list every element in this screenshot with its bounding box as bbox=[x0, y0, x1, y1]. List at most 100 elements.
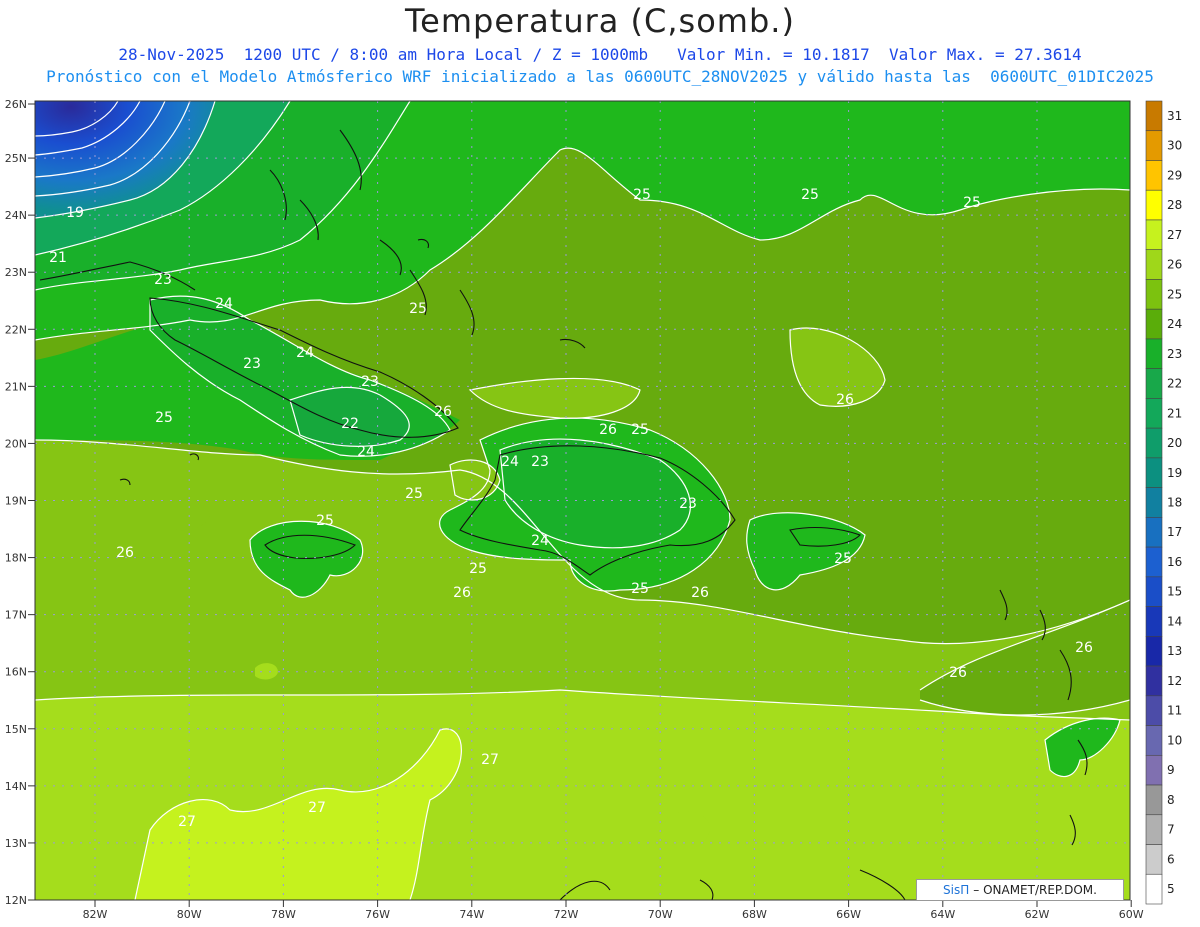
lat-label: 25N bbox=[5, 152, 27, 165]
contour-label: 25 bbox=[963, 195, 981, 211]
contour-label: 23 bbox=[243, 356, 261, 372]
legend-label: 18 bbox=[1167, 496, 1182, 510]
contour-label: 25 bbox=[469, 561, 487, 577]
legend-swatch bbox=[1145, 784, 1163, 816]
legend-swatch bbox=[1145, 398, 1163, 429]
legend-swatch bbox=[1145, 279, 1163, 310]
legend-swatch bbox=[1145, 873, 1163, 905]
legend-swatch bbox=[1145, 844, 1163, 875]
lat-label: 24N bbox=[5, 209, 27, 222]
legend-label: 8 bbox=[1167, 793, 1175, 807]
legend-swatch bbox=[1145, 814, 1163, 845]
legend-label: 9 bbox=[1167, 763, 1175, 777]
legend-label: 30 bbox=[1167, 139, 1182, 153]
contour-label: 24 bbox=[215, 296, 233, 312]
lat-label: 22N bbox=[5, 323, 27, 336]
lon-label: 82W bbox=[83, 908, 108, 921]
legend-swatch bbox=[1145, 665, 1163, 697]
legend-label: 14 bbox=[1167, 614, 1182, 628]
contour-label: 24 bbox=[531, 533, 549, 549]
lat-label: 21N bbox=[5, 380, 27, 393]
contour-label: 25 bbox=[631, 422, 649, 438]
sispi-logo: SisΠ bbox=[943, 883, 970, 897]
legend-swatch bbox=[1145, 695, 1163, 726]
legend-label: 26 bbox=[1167, 258, 1182, 272]
lat-label: 15N bbox=[5, 723, 27, 736]
legend-label: 21 bbox=[1167, 406, 1182, 420]
credit-box: SisΠ – ONAMET/REP.DOM. bbox=[916, 879, 1124, 901]
legend-swatch bbox=[1145, 576, 1163, 607]
contour-label: 25 bbox=[801, 187, 819, 203]
lat-label: 16N bbox=[5, 666, 27, 679]
contour-label: 27 bbox=[178, 814, 196, 830]
legend-swatch bbox=[1145, 368, 1163, 399]
lat-label: 23N bbox=[5, 266, 27, 279]
legend-swatch bbox=[1145, 160, 1163, 191]
lat-label: 18N bbox=[5, 552, 27, 565]
contour-label: 25 bbox=[409, 301, 427, 317]
legend-label: 31 bbox=[1167, 109, 1182, 123]
legend-label: 19 bbox=[1167, 466, 1182, 480]
legend-swatch bbox=[1145, 725, 1163, 756]
lat-label: 19N bbox=[5, 495, 27, 508]
legend-label: 22 bbox=[1167, 377, 1182, 391]
legend-label: 13 bbox=[1167, 644, 1182, 658]
contour-label: 22 bbox=[341, 416, 359, 432]
legend-swatch bbox=[1145, 427, 1163, 459]
legend-label: 17 bbox=[1167, 525, 1182, 539]
lon-label: 66W bbox=[836, 908, 861, 921]
legend-label: 10 bbox=[1167, 733, 1182, 747]
lat-label: 17N bbox=[5, 609, 27, 622]
lat-label: 12N bbox=[5, 894, 27, 907]
contour-label: 26 bbox=[836, 392, 854, 408]
temperature-map: 26N 25N 24N 23N 22N 21N 20N 19N 18N 17N 16N 15N 14N 1… bbox=[5, 98, 1183, 921]
contour-label: 24 bbox=[501, 454, 519, 470]
contour-label: 26 bbox=[434, 404, 452, 420]
legend-label: 28 bbox=[1167, 198, 1182, 212]
contour-label: 26 bbox=[453, 585, 471, 601]
legend-swatch bbox=[1145, 517, 1163, 548]
lat-label: 13N bbox=[5, 837, 27, 850]
legend-swatch bbox=[1145, 130, 1163, 161]
legend-swatch bbox=[1145, 546, 1163, 578]
lon-label: 68W bbox=[742, 908, 767, 921]
lon-label: 76W bbox=[365, 908, 390, 921]
lon-label: 64W bbox=[930, 908, 955, 921]
legend-label: 6 bbox=[1167, 852, 1175, 866]
contour-label: 25 bbox=[631, 581, 649, 597]
lon-label: 62W bbox=[1025, 908, 1050, 921]
lat-label: 20N bbox=[5, 437, 27, 450]
legend-swatch bbox=[1145, 308, 1163, 340]
lon-label: 60W bbox=[1119, 908, 1144, 921]
legend-label: 15 bbox=[1167, 585, 1182, 599]
contour-label: 26 bbox=[691, 585, 709, 601]
contour-label: 27 bbox=[308, 800, 326, 816]
contour-label: 26 bbox=[599, 422, 617, 438]
contour-label: 25 bbox=[405, 486, 423, 502]
legend-label: 12 bbox=[1167, 674, 1182, 688]
legend-label: 11 bbox=[1167, 704, 1182, 718]
longitude-axis: 82W 80W 78W 76W 74W 72W 70W 68W 66W 64W 62W 60W bbox=[83, 900, 1144, 921]
legend-swatch bbox=[1145, 606, 1163, 637]
legend-label: 16 bbox=[1167, 555, 1182, 569]
contour-label: 21 bbox=[49, 250, 67, 266]
lon-label: 72W bbox=[554, 908, 579, 921]
contour-label: 25 bbox=[316, 513, 334, 529]
lon-label: 70W bbox=[648, 908, 673, 921]
temperature-field bbox=[35, 101, 1130, 900]
lat-label: 26N bbox=[5, 98, 27, 111]
legend-label: 27 bbox=[1167, 228, 1182, 242]
lat-label: 14N bbox=[5, 780, 27, 793]
legend-swatch bbox=[1145, 457, 1163, 488]
legend-label: 7 bbox=[1167, 823, 1175, 837]
legend-swatch bbox=[1145, 249, 1163, 280]
credit-text: – ONAMET/REP.DOM. bbox=[973, 883, 1097, 897]
lon-label: 74W bbox=[459, 908, 484, 921]
contour-label: 19 bbox=[66, 205, 84, 221]
contour-label: 23 bbox=[531, 454, 549, 470]
legend-label: 5 bbox=[1167, 882, 1175, 896]
contour-label: 24 bbox=[357, 444, 375, 460]
contour-label: 26 bbox=[1075, 640, 1093, 656]
legend-label: 25 bbox=[1167, 287, 1182, 301]
legend-swatch bbox=[1145, 754, 1163, 786]
